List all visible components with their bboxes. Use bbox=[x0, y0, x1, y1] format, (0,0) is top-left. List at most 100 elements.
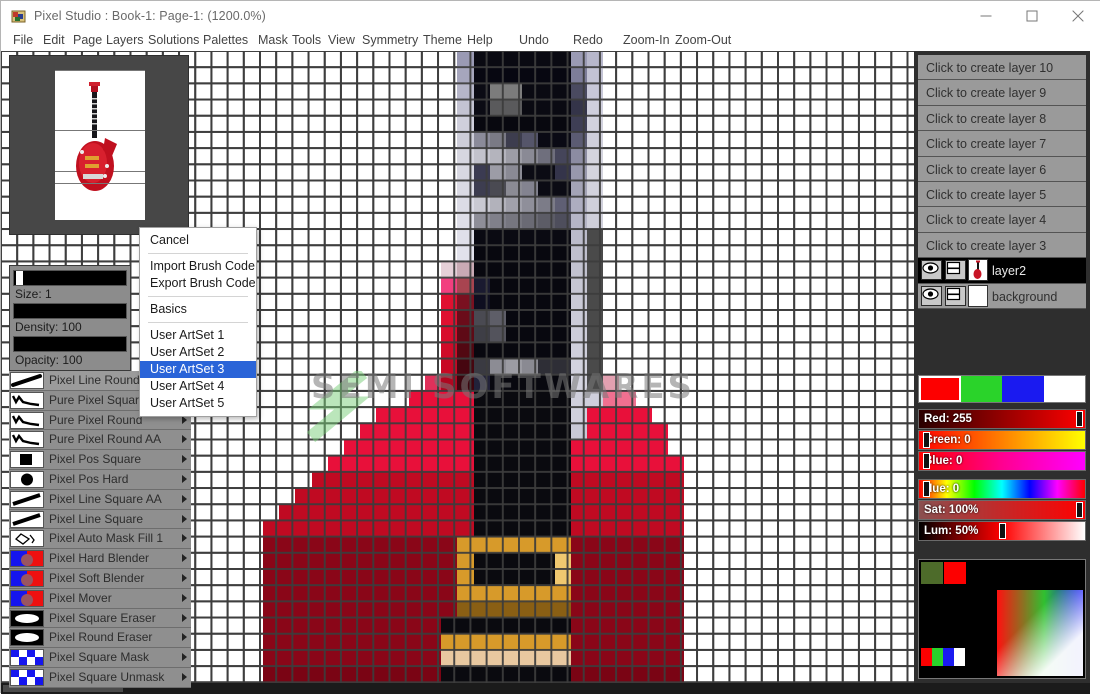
palette-swatch-blue[interactable] bbox=[1002, 376, 1044, 402]
context-menu-item-user-artset-4[interactable]: User ArtSet 4 bbox=[140, 378, 256, 395]
context-menu-item-export-brush-code[interactable]: Export Brush Code bbox=[140, 275, 256, 292]
picker-swatch-a[interactable] bbox=[921, 562, 943, 584]
layer-placeholder-7[interactable]: Click to create layer 7 bbox=[918, 131, 1086, 157]
context-menu-item-user-artset-2[interactable]: User ArtSet 2 bbox=[140, 344, 256, 361]
brush-item-pixel-pos-hard[interactable]: Pixel Pos Hard bbox=[9, 469, 191, 490]
slider-lum[interactable]: Lum: 50% bbox=[918, 521, 1086, 541]
menu-zoom-in[interactable]: Zoom-In bbox=[623, 33, 670, 47]
mini-swatch-red[interactable] bbox=[921, 648, 932, 666]
context-menu-item-import-brush-code[interactable]: Import Brush Code bbox=[140, 258, 256, 275]
menu-layers[interactable]: Layers bbox=[106, 33, 144, 47]
chevron-right-icon[interactable] bbox=[182, 455, 187, 464]
mini-swatch-white[interactable] bbox=[954, 648, 965, 666]
context-menu-item-cancel[interactable]: Cancel bbox=[140, 232, 256, 249]
layer-placeholder-10[interactable]: Click to create layer 10 bbox=[918, 55, 1086, 81]
layer-visibility-icon[interactable] bbox=[921, 285, 942, 306]
menu-file[interactable]: File bbox=[13, 33, 33, 47]
context-menu-item-user-artset-5[interactable]: User ArtSet 5 bbox=[140, 395, 256, 412]
brush-item-pixel-round-eraser[interactable]: Pixel Round Eraser bbox=[9, 628, 191, 649]
chevron-right-icon[interactable] bbox=[182, 534, 187, 543]
menu-palettes[interactable]: Palettes bbox=[203, 33, 248, 47]
menu-theme[interactable]: Theme bbox=[423, 33, 462, 47]
layers-panel[interactable]: Click to create layer 10 Click to create … bbox=[918, 55, 1086, 309]
menu-redo[interactable]: Redo bbox=[573, 33, 603, 47]
chevron-right-icon[interactable] bbox=[182, 593, 187, 602]
size-slider[interactable] bbox=[13, 270, 127, 286]
palette-swatch-green[interactable] bbox=[960, 376, 1002, 402]
chevron-right-icon[interactable] bbox=[182, 633, 187, 642]
brush-item-pixel-square-mask[interactable]: Pixel Square Mask bbox=[9, 648, 191, 668]
menu-symmetry[interactable]: Symmetry bbox=[362, 33, 418, 47]
layer-row-layer2[interactable]: layer2 bbox=[918, 258, 1086, 284]
chevron-right-icon[interactable] bbox=[182, 474, 187, 483]
density-slider[interactable] bbox=[13, 303, 127, 319]
mini-swatch-blue[interactable] bbox=[943, 648, 954, 666]
slider-sat-knob[interactable] bbox=[1076, 502, 1083, 518]
menu-zoom-out[interactable]: Zoom-Out bbox=[675, 33, 731, 47]
context-menu-item-basics[interactable]: Basics bbox=[140, 301, 256, 318]
page-preview[interactable] bbox=[9, 55, 189, 235]
brush-item-pixel-auto-mask-fill-1[interactable]: Pixel Auto Mask Fill 1 bbox=[9, 529, 191, 550]
slider-green-knob[interactable] bbox=[922, 432, 930, 448]
slider-red[interactable]: Red: 255 bbox=[918, 409, 1086, 429]
brush-context-menu[interactable]: Cancel Import Brush Code Export Brush Code… bbox=[139, 227, 257, 417]
chevron-right-icon[interactable] bbox=[182, 514, 187, 523]
slider-green[interactable]: Green: 0 bbox=[918, 430, 1086, 450]
slider-blue-knob[interactable] bbox=[922, 453, 930, 469]
layer-placeholder-4[interactable]: Click to create layer 4 bbox=[918, 207, 1086, 233]
brush-item-pixel-line-square[interactable]: Pixel Line Square bbox=[9, 509, 191, 530]
layer-placeholder-8[interactable]: Click to create layer 8 bbox=[918, 105, 1086, 132]
brush-item-pixel-hard-blender[interactable]: Pixel Hard Blender bbox=[9, 549, 191, 569]
guitar-pixel-art[interactable] bbox=[263, 51, 923, 694]
layer-lock-icon[interactable] bbox=[945, 260, 966, 281]
slider-blue[interactable]: Blue: 0 bbox=[918, 451, 1086, 471]
picker-swatch-b[interactable] bbox=[944, 562, 966, 584]
brush-item-pixel-pos-square[interactable]: Pixel Pos Square bbox=[9, 450, 191, 470]
menu-view[interactable]: View bbox=[328, 33, 355, 47]
layer-row-background[interactable]: background bbox=[918, 283, 1086, 309]
slider-sat[interactable]: Sat: 100% bbox=[918, 500, 1086, 520]
layer-placeholder-9[interactable]: Click to create layer 9 bbox=[918, 80, 1086, 106]
slider-hue[interactable]: Hue: 0 bbox=[918, 479, 1086, 499]
chevron-right-icon[interactable] bbox=[182, 573, 187, 582]
layer-visibility-icon[interactable] bbox=[921, 260, 942, 281]
chevron-right-icon[interactable] bbox=[182, 494, 187, 503]
slider-hue-knob[interactable] bbox=[922, 481, 930, 497]
brush-item-pure-pixel-round-aa[interactable]: Pure Pixel Round AA bbox=[9, 430, 191, 451]
palette-swatch-red[interactable] bbox=[919, 376, 961, 402]
layer-placeholder-3[interactable]: Click to create layer 3 bbox=[918, 232, 1086, 259]
context-menu-item-user-artset-3[interactable]: User ArtSet 3 bbox=[140, 361, 256, 378]
palette-swatches[interactable] bbox=[918, 375, 1086, 403]
chevron-right-icon[interactable] bbox=[182, 672, 187, 681]
slider-red-knob[interactable] bbox=[1076, 411, 1083, 427]
menu-tools[interactable]: Tools bbox=[292, 33, 321, 47]
layer-placeholder-5[interactable]: Click to create layer 5 bbox=[918, 181, 1086, 208]
brush-item-pixel-soft-blender[interactable]: Pixel Soft Blender bbox=[9, 568, 191, 589]
menu-undo[interactable]: Undo bbox=[519, 33, 549, 47]
menu-help[interactable]: Help bbox=[467, 33, 493, 47]
brush-item-pixel-line-square-aa[interactable]: Pixel Line Square AA bbox=[9, 489, 191, 510]
chevron-right-icon[interactable] bbox=[182, 653, 187, 662]
brush-item-pixel-square-eraser[interactable]: Pixel Square Eraser bbox=[9, 608, 191, 629]
menu-solutions[interactable]: Solutions bbox=[148, 33, 199, 47]
chevron-right-icon[interactable] bbox=[182, 435, 187, 444]
layer-lock-icon[interactable] bbox=[945, 285, 966, 306]
slider-lum-knob[interactable] bbox=[998, 523, 1006, 539]
menu-edit[interactable]: Edit bbox=[43, 33, 65, 47]
color-picker-panel[interactable] bbox=[918, 559, 1086, 679]
maximize-button[interactable] bbox=[1009, 1, 1055, 31]
color-sliders-panel[interactable]: Red: 255 Green: 0 Blue: 0 Hue: 0 Sat: 100% Lu… bbox=[918, 409, 1086, 542]
menu-page[interactable]: Page bbox=[73, 33, 102, 47]
opacity-slider[interactable] bbox=[13, 336, 127, 352]
brush-item-pixel-mover[interactable]: Pixel Mover bbox=[9, 588, 191, 609]
mini-swatch-green[interactable] bbox=[932, 648, 943, 666]
brush-list[interactable]: Pixel Line Round Pure Pixel Square AA Pure… bbox=[9, 371, 191, 691]
color-gradient-field[interactable] bbox=[997, 590, 1083, 676]
minimize-button[interactable] bbox=[963, 1, 1009, 31]
chevron-right-icon[interactable] bbox=[182, 613, 187, 622]
close-button[interactable] bbox=[1055, 1, 1100, 31]
palette-swatch-white[interactable] bbox=[1043, 376, 1085, 402]
picker-mini-swatches[interactable] bbox=[921, 648, 965, 666]
brush-item-pixel-square-unmask[interactable]: Pixel Square Unmask bbox=[9, 667, 191, 688]
layer-placeholder-6[interactable]: Click to create layer 6 bbox=[918, 156, 1086, 182]
